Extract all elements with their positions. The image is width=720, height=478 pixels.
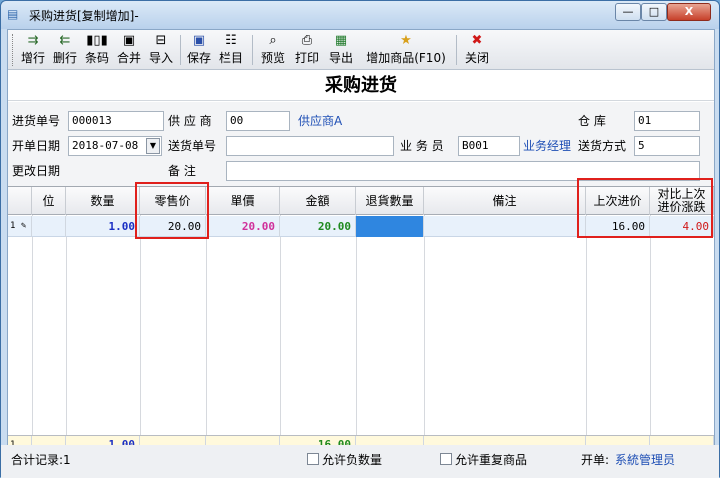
excel-icon: ▦ [334,33,348,48]
cell-qty[interactable]: 1.00 [66,216,140,237]
cell-return-qty[interactable] [356,216,424,237]
export-button[interactable]: ▦ 导出 [326,32,356,68]
toolbar-separator [456,35,457,65]
app-window: ▤ 采购进货[复制增加]- — □ X ⇉ 增行 ⇇ 删行 ▮▯▮ 条码 ▣ 合并 ⊟ 导… [0,0,720,478]
header-last-price[interactable]: 上次进价 [586,187,650,215]
allow-duplicate-label: 允许重复商品 [455,453,528,467]
chevron-down-icon[interactable]: ▼ [146,138,160,154]
delivery-method-label: 送货方式 [578,139,627,153]
creator-value: 系統管理员 [615,453,676,467]
cell-unit-price[interactable]: 20.00 [206,216,280,237]
delete-row-icon: ⇇ [59,33,71,48]
minimize-button[interactable]: — [615,3,641,21]
import-button[interactable]: ⊟ 导入 [146,32,176,68]
supplier-input[interactable]: 00 [226,111,290,131]
allow-duplicate-checkbox[interactable] [440,453,452,465]
warehouse-input[interactable]: 01 [634,111,700,131]
header-qty[interactable]: 数量 [66,187,140,215]
row-num: 1 [10,221,16,231]
title-bar[interactable]: ▤ 采购进货[复制增加]- — □ X [1,1,719,29]
toolbar-separator [180,35,181,65]
add-row-icon: ⇉ [27,33,39,48]
date-label: 开单日期 [12,139,61,153]
close-window-button[interactable]: X [667,3,711,21]
row-num-cell: 1 ✎ [8,216,32,237]
toolbar: ⇉ 增行 ⇇ 删行 ▮▯▮ 条码 ▣ 合并 ⊟ 导入 ▣ 保存 ☷ 栏目 ⌕ 预览 ⎙ 打印 ▦ 导… [8,30,714,70]
merge-button[interactable]: ▣ 合并 [114,32,144,68]
header-remark[interactable]: 備注 [424,187,586,215]
salesman-label: 业 务 员 [400,139,444,153]
table-row[interactable]: 1 ✎ 1.00 20.00 20.00 20.00 16.00 4.00 [8,216,714,237]
cell-remark[interactable] [424,216,586,237]
status-bar: 合计记录:1 允许负数量 允许重复商品 开单: 系統管理员 [1,445,719,478]
grid-header: 位 数量 零售价 單價 金額 退貨數量 備注 上次进价 对比上次 进价涨跌 [8,187,714,215]
modify-date-label: 更改日期 [12,164,61,178]
save-button[interactable]: ▣ 保存 [184,32,214,68]
header-pos[interactable]: 位 [32,187,66,215]
allow-negative-label: 允许负数量 [322,453,383,467]
date-value: 2018-07-08 [72,139,139,152]
order-no-input[interactable]: 000013 [68,111,164,131]
remark-input[interactable] [226,161,700,181]
delivery-no-input[interactable] [226,136,394,156]
app-icon: ▤ [7,7,19,21]
goods-grid: 位 数量 零售价 單價 金額 退貨數量 備注 上次进价 对比上次 进价涨跌 1 ✎… [8,186,714,435]
preview-button[interactable]: ⌕ 预览 [258,32,288,68]
cell-retail[interactable]: 20.00 [140,216,206,237]
maximize-button[interactable]: □ [641,3,667,21]
close-icon: ✖ [471,33,483,48]
order-no-label: 进货单号 [12,114,61,128]
page-title: 采购进货 [8,71,714,101]
header-compare-line2: 进价涨跌 [657,200,706,214]
warehouse-label: 仓 库 [578,114,606,128]
allow-negative-checkbox[interactable] [307,453,319,465]
header-amount[interactable]: 金額 [280,187,356,215]
creator-label: 开单: [581,453,610,467]
columns-icon: ☷ [225,33,237,48]
salesman-name-link[interactable]: 业务经理 [523,136,571,156]
magnifier-icon: ⌕ [269,33,277,48]
header-rownum [8,187,32,215]
pencil-icon: ✎ [20,221,27,231]
toolbar-grip[interactable] [12,34,15,66]
delivery-method-input[interactable]: 5 [634,136,700,156]
add-goods-button[interactable]: ★ 增加商品(F10) [360,32,452,68]
save-icon: ▣ [192,33,206,48]
star-icon: ★ [400,33,412,48]
supplier-name-link[interactable]: 供应商A [298,111,342,131]
print-button[interactable]: ⎙ 打印 [292,32,322,68]
close-button[interactable]: ✖ 关闭 [462,32,492,68]
record-count: 合计记录:1 [11,453,71,467]
add-row-button[interactable]: ⇉ 增行 [18,32,48,68]
cell-pos[interactable] [32,216,66,237]
header-retail[interactable]: 零售价 [140,187,206,215]
window-title: 采购进货[复制增加]- [29,9,139,23]
order-form: 进货单号 000013 供 应 商 00 供应商A 仓 库 01 开单日期 20… [8,102,714,186]
header-unit-price[interactable]: 單價 [206,187,280,215]
merge-icon: ▣ [122,33,136,48]
header-compare[interactable]: 对比上次 进价涨跌 [650,187,714,215]
header-return-qty[interactable]: 退貨數量 [356,187,424,215]
header-compare-line1: 对比上次 [657,187,706,201]
cell-last-price[interactable]: 16.00 [586,216,650,237]
cell-amount[interactable]: 20.00 [280,216,356,237]
delivery-no-label: 送货单号 [168,139,217,153]
barcode-icon: ▮▯▮ [86,33,108,48]
printer-icon: ⎙ [301,33,313,48]
barcode-button[interactable]: ▮▯▮ 条码 [82,32,112,68]
supplier-label: 供 应 商 [168,114,212,128]
cell-compare[interactable]: 4.00 [650,216,714,237]
toolbar-separator [252,35,253,65]
remark-label: 备 注 [168,164,196,178]
client-area: ⇉ 增行 ⇇ 删行 ▮▯▮ 条码 ▣ 合并 ⊟ 导入 ▣ 保存 ☷ 栏目 ⌕ 预览 ⎙ 打印 ▦ 导… [7,29,715,472]
import-icon: ⊟ [155,33,167,48]
salesman-input[interactable]: B001 [458,136,520,156]
columns-button[interactable]: ☷ 栏目 [216,32,246,68]
delete-row-button[interactable]: ⇇ 删行 [50,32,80,68]
